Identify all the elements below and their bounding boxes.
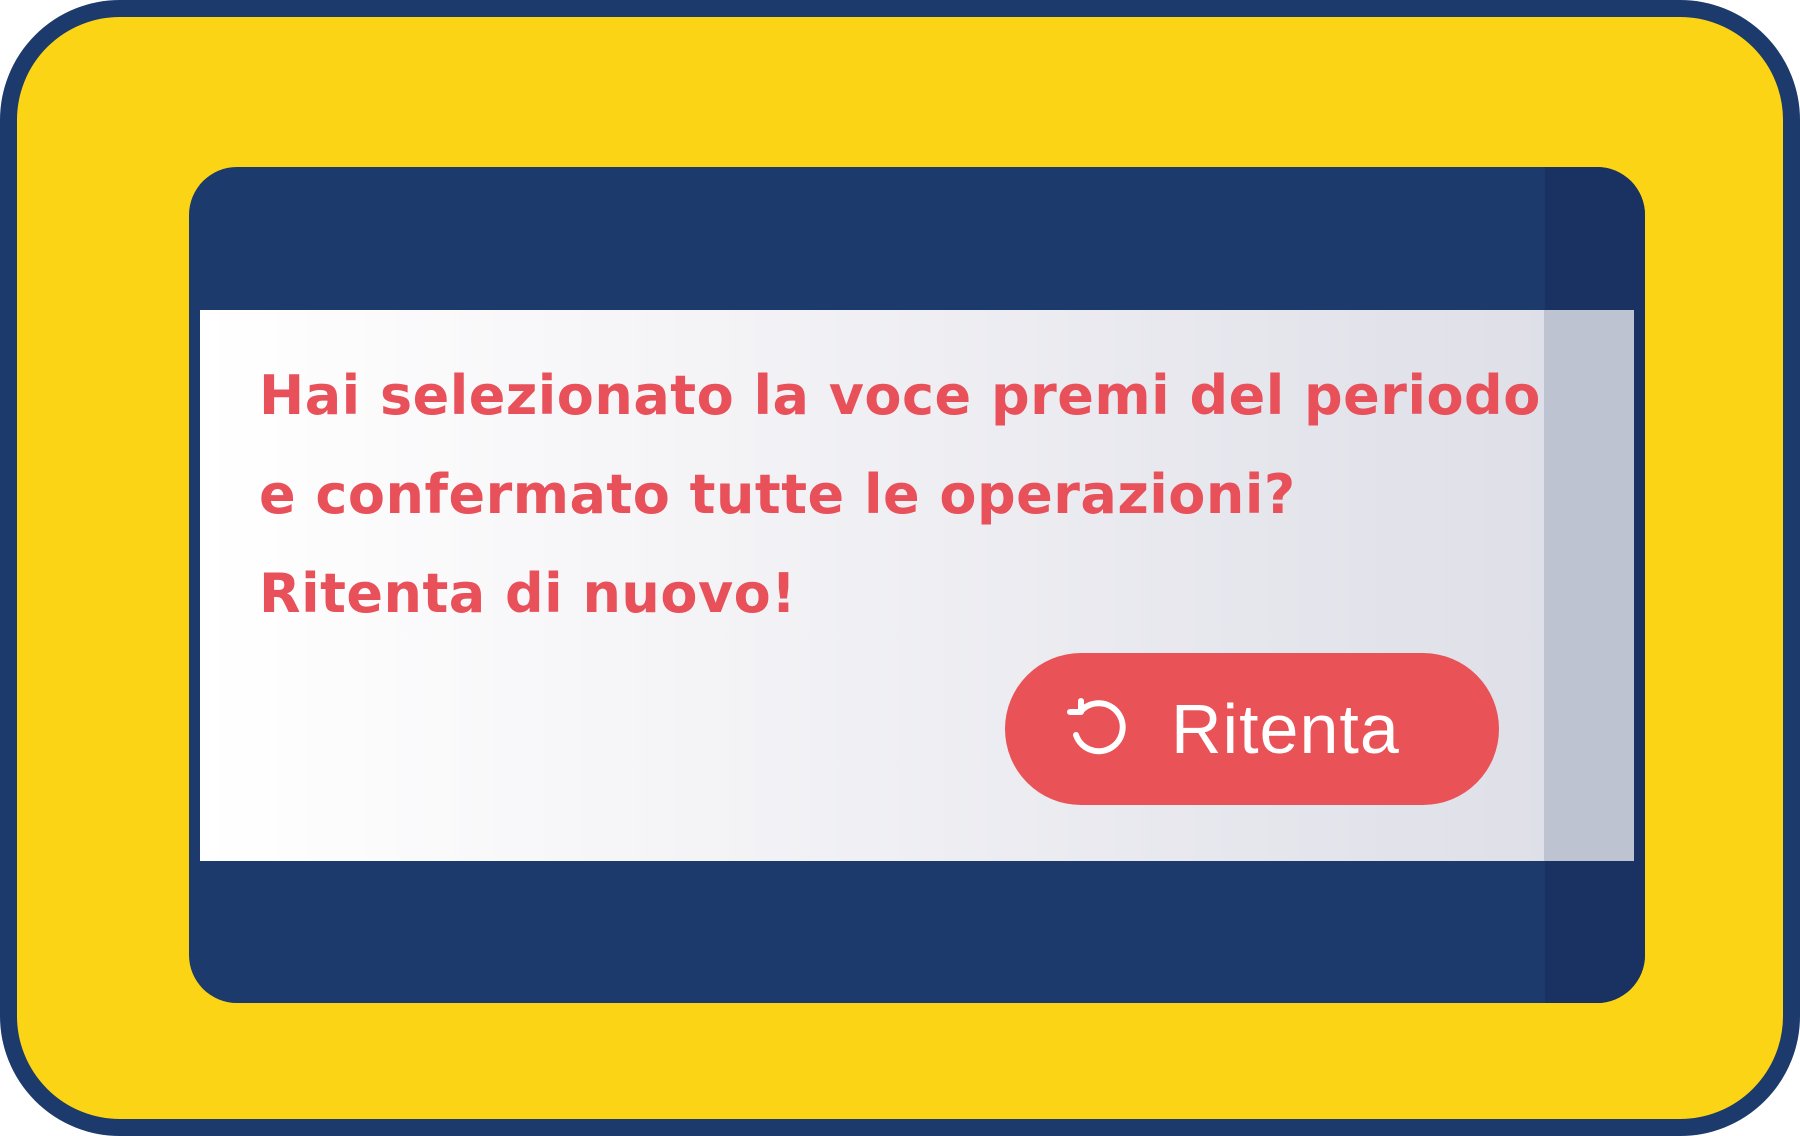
dialog-frame: Hai selezionato la voce premi del period… — [0, 0, 1800, 1136]
dialog-content: Hai selezionato la voce premi del period… — [200, 310, 1634, 861]
message-line-3: Ritenta di nuovo! — [259, 562, 797, 625]
message-line-1: Hai selezionato la voce premi del period… — [259, 364, 1541, 427]
message-line-2: e confermato tutte le operazioni? — [259, 463, 1296, 526]
error-message: Hai selezionato la voce premi del period… — [259, 346, 1559, 643]
retry-icon — [1067, 698, 1126, 755]
retry-button[interactable]: Ritenta — [1005, 653, 1499, 805]
retry-button-label: Ritenta — [1171, 690, 1400, 768]
dialog-panel: Hai selezionato la voce premi del period… — [189, 167, 1645, 1003]
